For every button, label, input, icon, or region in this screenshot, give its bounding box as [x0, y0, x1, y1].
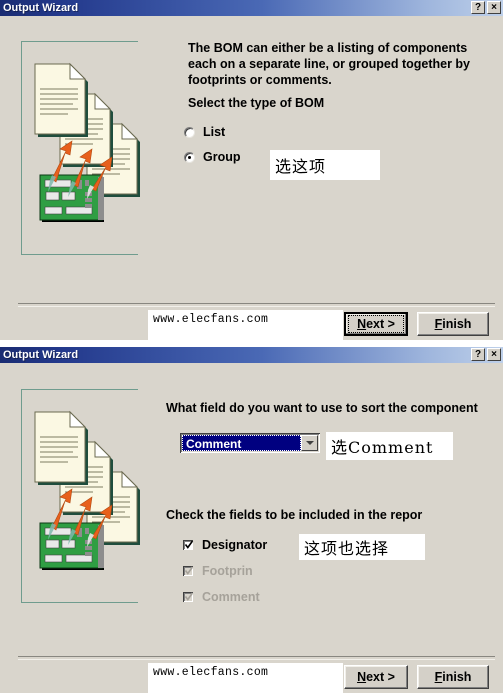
titlebar-buttons-1: ? × [471, 1, 501, 14]
intro-line-3: footprints or comments. [188, 73, 332, 87]
bom-illustration-1 [34, 62, 140, 222]
annotation-select-comment: 选Comment [326, 432, 453, 460]
titlebar-2: Output Wizard ? × [0, 347, 503, 363]
sort-field-value[interactable]: Comment [182, 435, 301, 451]
dialog-body-1: The BOM can either be a listing of compo… [0, 16, 503, 340]
footer-separator-2 [18, 656, 495, 660]
radio-group-indicator[interactable] [184, 151, 195, 163]
chevron-down-icon[interactable] [301, 435, 318, 451]
finish-button-label-2: Finish [434, 670, 472, 684]
sort-field-label: What field do you want to use to sort th… [166, 401, 478, 415]
next-button-1[interactable]: Next > [344, 312, 408, 336]
check-icon [184, 592, 194, 601]
output-wizard-dialog-2: Output Wizard ? × What field do you want… [0, 347, 503, 693]
next-button-label-1: Next > [348, 315, 404, 333]
select-bom-type-label: Select the type of BOM [188, 96, 325, 110]
titlebar-buttons-2: ? × [471, 348, 501, 361]
help-icon[interactable]: ? [471, 348, 485, 361]
finish-button-1[interactable]: Finish [417, 312, 489, 336]
window-title-2: Output Wizard [3, 349, 79, 361]
checkbox-comment: Comment [182, 590, 260, 604]
checkbox-footprint-label: Footprin [202, 564, 253, 578]
dialog-body-2: What field do you want to use to sort th… [0, 363, 503, 693]
checkbox-designator-label: Designator [202, 538, 268, 552]
check-icon [184, 566, 194, 575]
check-icon [184, 540, 194, 549]
checkbox-comment-box [182, 591, 194, 603]
intro-line-1: The BOM can either be a listing of compo… [188, 41, 468, 55]
sort-field-combobox[interactable]: Comment [180, 433, 320, 453]
annotation-select-this: 选这项 [270, 150, 380, 180]
checkbox-footprint: Footprin [182, 564, 253, 578]
watermark-1: www.elecfans.com [148, 310, 343, 340]
checkbox-designator-box[interactable] [182, 539, 194, 551]
radio-group-label: Group [203, 150, 241, 164]
next-button-label-2: Next > [357, 670, 395, 684]
screenshot-root: Output Wizard ? × The BOM can either be … [0, 0, 503, 693]
next-button-2[interactable]: Next > [344, 665, 408, 689]
include-fields-label: Check the fields to be included in the r… [166, 508, 423, 522]
watermark-2: www.elecfans.com [148, 663, 343, 693]
intro-line-2: each on a separate line, or grouped toge… [188, 57, 471, 71]
help-icon[interactable]: ? [471, 1, 485, 14]
finish-button-label-1: Finish [434, 317, 472, 331]
titlebar-1: Output Wizard ? × [0, 0, 503, 16]
annotation-also-select-this: 这项也选择 [299, 534, 425, 560]
radio-list-indicator[interactable] [184, 126, 195, 138]
checkbox-designator[interactable]: Designator [182, 538, 267, 552]
dialog-gap [0, 340, 503, 347]
checkbox-footprint-box [182, 565, 194, 577]
finish-button-2[interactable]: Finish [417, 665, 489, 689]
close-icon[interactable]: × [487, 1, 501, 14]
window-title-1: Output Wizard [3, 2, 79, 14]
close-icon[interactable]: × [487, 348, 501, 361]
bom-illustration-2 [34, 410, 140, 570]
intro-text-1: The BOM can either be a listing of compo… [188, 40, 470, 88]
radio-list-label: List [203, 125, 226, 139]
output-wizard-dialog-1: Output Wizard ? × The BOM can either be … [0, 0, 503, 340]
radio-list[interactable]: List [184, 125, 225, 139]
radio-group[interactable]: Group [184, 150, 241, 164]
checkbox-comment-label: Comment [202, 590, 260, 604]
footer-separator-1 [18, 303, 495, 307]
